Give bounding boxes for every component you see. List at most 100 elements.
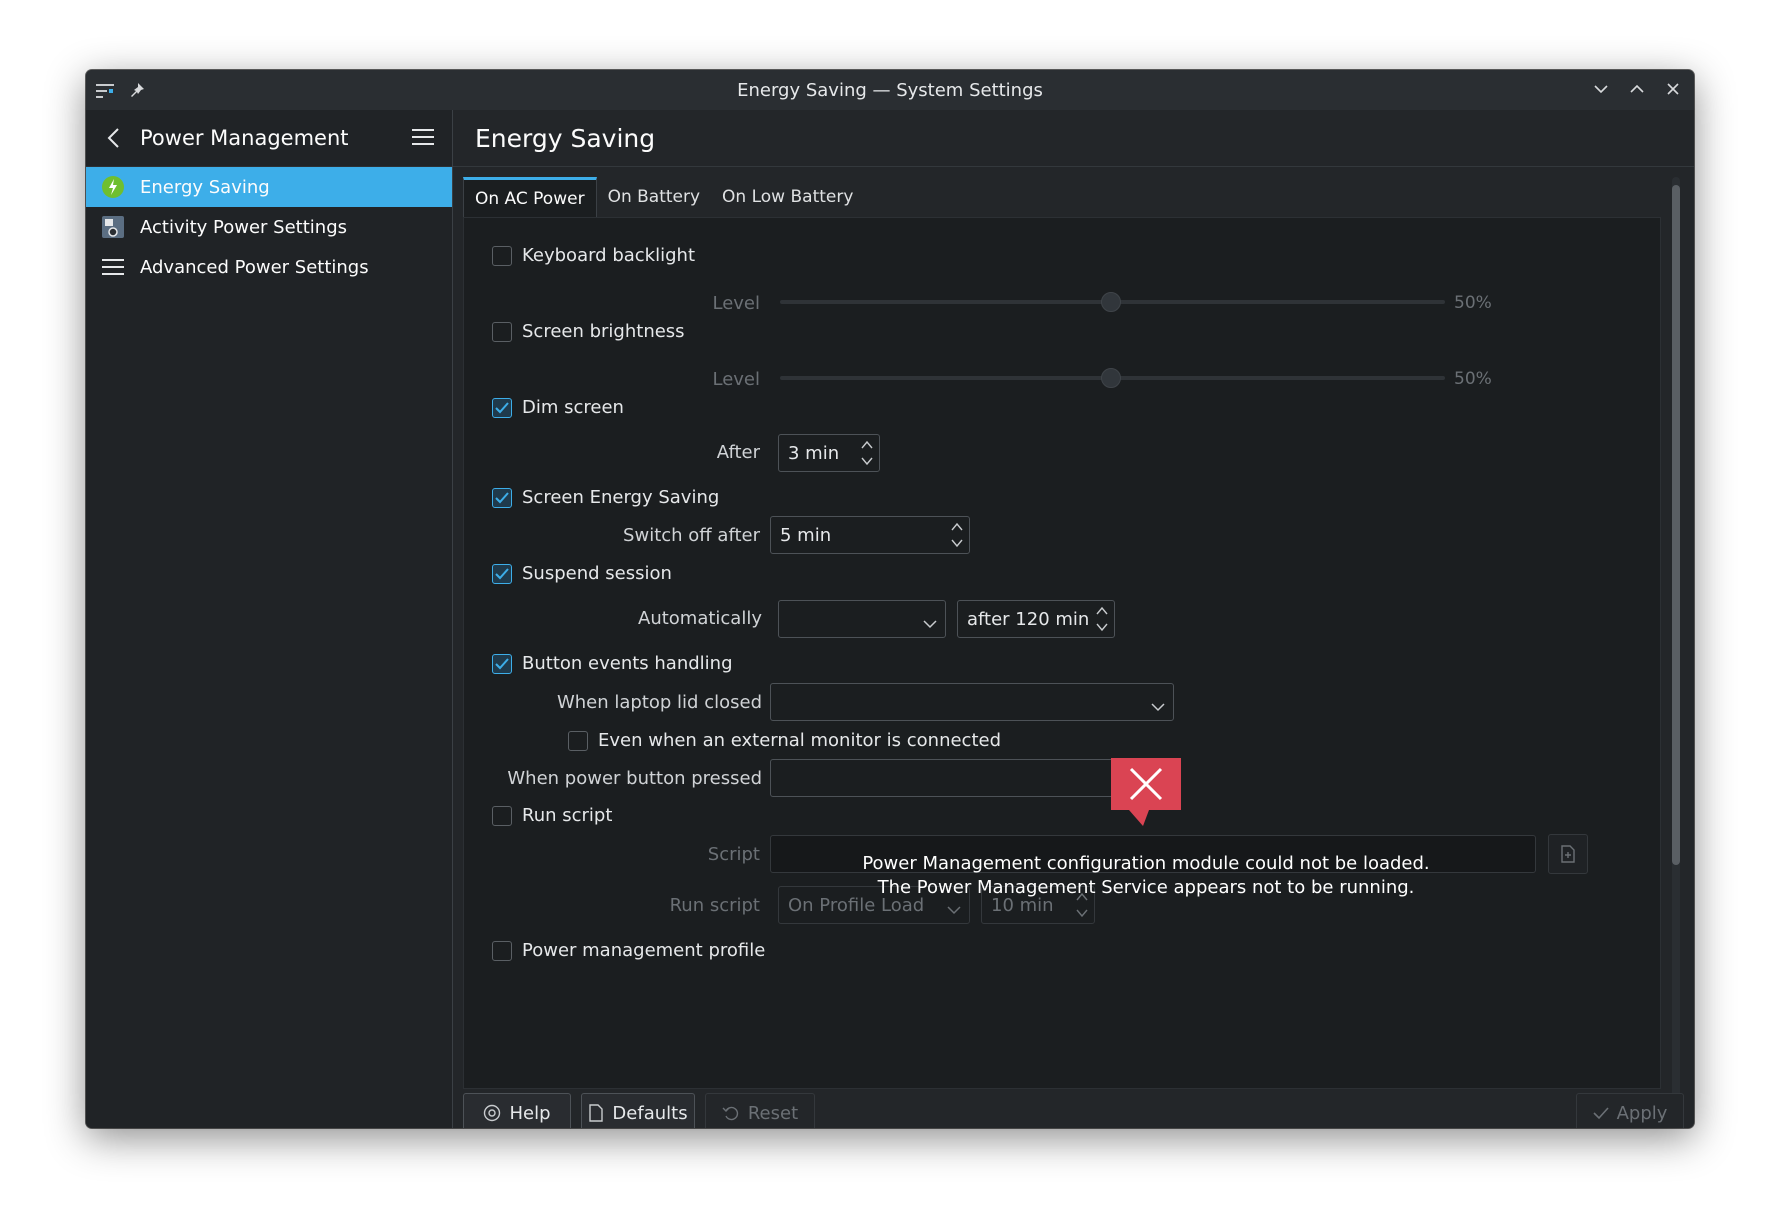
reset-button-label: Reset: [747, 1102, 799, 1124]
spin-arrows-icon[interactable]: [951, 520, 963, 550]
spin-arrows-icon[interactable]: [1076, 890, 1088, 920]
suspend-action-combo[interactable]: [778, 600, 946, 638]
dim-screen-row: Dim screen: [492, 397, 624, 418]
scrollbar-thumb[interactable]: [1672, 185, 1680, 865]
title-bar: Energy Saving — System Settings: [86, 70, 1694, 110]
dim-screen-checkbox[interactable]: [492, 397, 512, 418]
button-events-row: Button events handling: [492, 653, 733, 674]
screen-brightness-row: Screen brightness: [492, 321, 685, 342]
list-icon: [100, 254, 126, 280]
document-icon: [589, 1104, 604, 1122]
suspend-after-value: after 120 min: [967, 608, 1090, 630]
power-button-combo[interactable]: [770, 759, 1174, 797]
chevron-down-icon: [1151, 696, 1165, 717]
lid-closed-combo[interactable]: [770, 683, 1174, 721]
dim-after-label: After: [716, 442, 760, 463]
power-profile-label: Power management profile: [522, 940, 766, 961]
tab-on-ac-power[interactable]: On AC Power: [463, 177, 597, 217]
sidebar-item-advanced-power[interactable]: Advanced Power Settings: [86, 247, 452, 287]
run-script-label: Run script: [522, 805, 613, 826]
title-bar-left: [94, 78, 148, 104]
undo-icon: [722, 1106, 738, 1121]
suspend-session-checkbox[interactable]: [492, 563, 512, 584]
screen-energy-saving-checkbox[interactable]: [492, 487, 512, 508]
defaults-button[interactable]: Defaults: [581, 1093, 695, 1128]
switch-off-spinbox[interactable]: 5 min: [770, 516, 970, 554]
sidebar-item-label: Activity Power Settings: [140, 216, 348, 238]
energy-saving-icon: [100, 174, 126, 200]
keyboard-level-label: Level: [712, 293, 760, 314]
maximize-button[interactable]: [1626, 76, 1648, 102]
run-script-time-spinbox[interactable]: 10 min: [981, 886, 1095, 924]
sidebar-item-energy-saving[interactable]: Energy Saving: [86, 167, 452, 207]
screen-brightness-label: Screen brightness: [522, 321, 685, 342]
suspend-session-row: Suspend session: [492, 563, 672, 584]
apply-button[interactable]: Apply: [1576, 1093, 1684, 1128]
apply-button-label: Apply: [1616, 1102, 1668, 1124]
screen-energy-saving-label: Screen Energy Saving: [522, 487, 720, 508]
switch-off-label: Switch off after: [623, 525, 760, 546]
window-controls: [1590, 76, 1684, 102]
help-button-label: Help: [509, 1102, 551, 1124]
hamburger-menu-icon[interactable]: [408, 122, 438, 152]
automatically-label: Automatically: [638, 608, 762, 629]
sidebar-item-label: Energy Saving: [140, 176, 270, 198]
keyboard-level-value: 50%: [1454, 293, 1492, 313]
run-script-time-value: 10 min: [991, 894, 1054, 916]
page-title: Energy Saving: [453, 110, 1694, 167]
suspend-after-spinbox[interactable]: after 120 min: [957, 600, 1115, 638]
power-profile-row: Power management profile: [492, 940, 765, 961]
dim-after-value: 3 min: [788, 442, 840, 464]
external-monitor-row: Even when an external monitor is connect…: [568, 730, 1001, 751]
brightness-level-handle[interactable]: [1101, 368, 1121, 388]
chevron-down-icon: [1151, 772, 1165, 793]
screen-energy-saving-row: Screen Energy Saving: [492, 487, 719, 508]
spin-arrows-icon[interactable]: [861, 438, 873, 468]
run-script-when-combo[interactable]: On Profile Load: [778, 886, 970, 924]
dim-after-spinbox[interactable]: 3 min: [778, 434, 880, 472]
footer-bar: Help Defaults Reset Apply: [463, 1093, 1684, 1128]
run-script-checkbox[interactable]: [492, 805, 512, 826]
open-file-button[interactable]: [1548, 834, 1588, 874]
back-arrow-icon[interactable]: [100, 124, 128, 152]
keyboard-backlight-checkbox[interactable]: [492, 245, 512, 266]
power-profile-checkbox[interactable]: [492, 940, 512, 961]
close-button[interactable]: [1662, 76, 1684, 102]
help-button[interactable]: Help: [463, 1093, 571, 1128]
tab-on-low-battery[interactable]: On Low Battery: [711, 177, 864, 217]
script-path-input[interactable]: [770, 835, 1536, 873]
window-menu-icon[interactable]: [94, 78, 116, 104]
sidebar-header: Power Management: [86, 110, 452, 167]
minimize-button[interactable]: [1590, 76, 1612, 102]
main-panel: Energy Saving On AC Power On Battery On …: [453, 110, 1694, 1128]
screen-brightness-checkbox[interactable]: [492, 321, 512, 342]
tab-on-battery[interactable]: On Battery: [597, 177, 711, 217]
spin-arrows-icon[interactable]: [1096, 604, 1108, 634]
chevron-down-icon: [947, 899, 961, 920]
tab-bar: On AC Power On Battery On Low Battery: [463, 177, 864, 217]
checkmark-icon: [1593, 1107, 1609, 1120]
run-script-when-label: Run script: [669, 895, 760, 916]
keyboard-backlight-row: Keyboard backlight: [492, 245, 695, 266]
power-button-label: When power button pressed: [507, 768, 762, 789]
keyboard-backlight-label: Keyboard backlight: [522, 245, 696, 266]
help-icon: [484, 1104, 501, 1122]
button-events-label: Button events handling: [522, 653, 733, 674]
brightness-level-value: 50%: [1454, 369, 1492, 389]
activity-icon: [100, 214, 126, 240]
settings-content: Keyboard backlight Level 50% Screen brig…: [463, 217, 1661, 1089]
reset-button[interactable]: Reset: [705, 1093, 815, 1128]
keyboard-level-handle[interactable]: [1101, 292, 1121, 312]
button-events-checkbox[interactable]: [492, 653, 512, 674]
external-monitor-checkbox[interactable]: [568, 730, 588, 751]
vertical-scrollbar[interactable]: [1672, 177, 1680, 1097]
external-monitor-label: Even when an external monitor is connect…: [598, 730, 1002, 751]
pin-icon[interactable]: [126, 78, 148, 104]
sidebar-item-activity-power[interactable]: Activity Power Settings: [86, 207, 452, 247]
window-title: Energy Saving — System Settings: [737, 79, 1043, 101]
sidebar-item-label: Advanced Power Settings: [140, 256, 369, 278]
switch-off-value: 5 min: [780, 524, 832, 546]
suspend-session-label: Suspend session: [522, 563, 672, 584]
brightness-level-label: Level: [712, 369, 760, 390]
sidebar-title: Power Management: [140, 126, 349, 150]
